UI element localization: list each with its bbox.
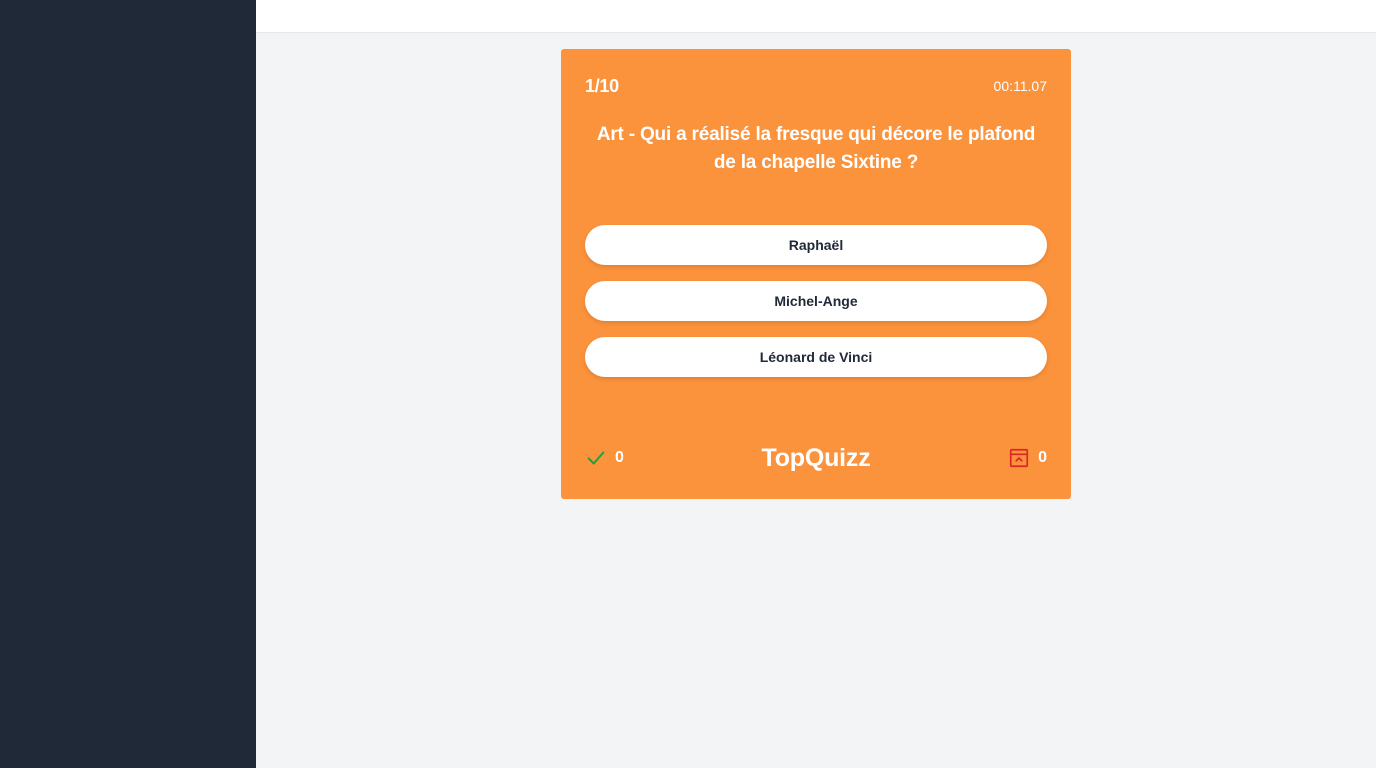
checkmark-icon	[585, 447, 607, 469]
app: 1/10 00:11.07 Art - Qui a réalisé la fre…	[0, 0, 1376, 768]
quiz-header: 1/10 00:11.07	[585, 73, 1047, 99]
answer-list: Raphaël Michel-Ange Léonard de Vinci	[585, 225, 1047, 377]
answer-option[interactable]: Michel-Ange	[585, 281, 1047, 321]
wrong-count: 0	[1038, 449, 1047, 466]
main-content: 1/10 00:11.07 Art - Qui a réalisé la fre…	[256, 33, 1376, 768]
sidebar	[0, 0, 256, 768]
archive-box-icon	[1008, 447, 1030, 469]
question-text: Art - Qui a réalisé la fresque qui décor…	[596, 124, 1036, 173]
wrong-score: 0	[1008, 447, 1047, 469]
quiz-timer: 00:11.07	[993, 78, 1047, 94]
quiz-card: 1/10 00:11.07 Art - Qui a réalisé la fre…	[561, 49, 1071, 499]
question-progress: 1/10	[585, 75, 619, 96]
answer-option[interactable]: Léonard de Vinci	[585, 337, 1047, 377]
brand-logo: TopQuizz	[761, 443, 871, 472]
correct-score: 0	[585, 447, 624, 469]
answer-option[interactable]: Raphaël	[585, 225, 1047, 265]
quiz-footer: 0 TopQuizz 0	[585, 443, 1047, 473]
top-bar	[256, 0, 1376, 33]
correct-count: 0	[615, 449, 624, 466]
